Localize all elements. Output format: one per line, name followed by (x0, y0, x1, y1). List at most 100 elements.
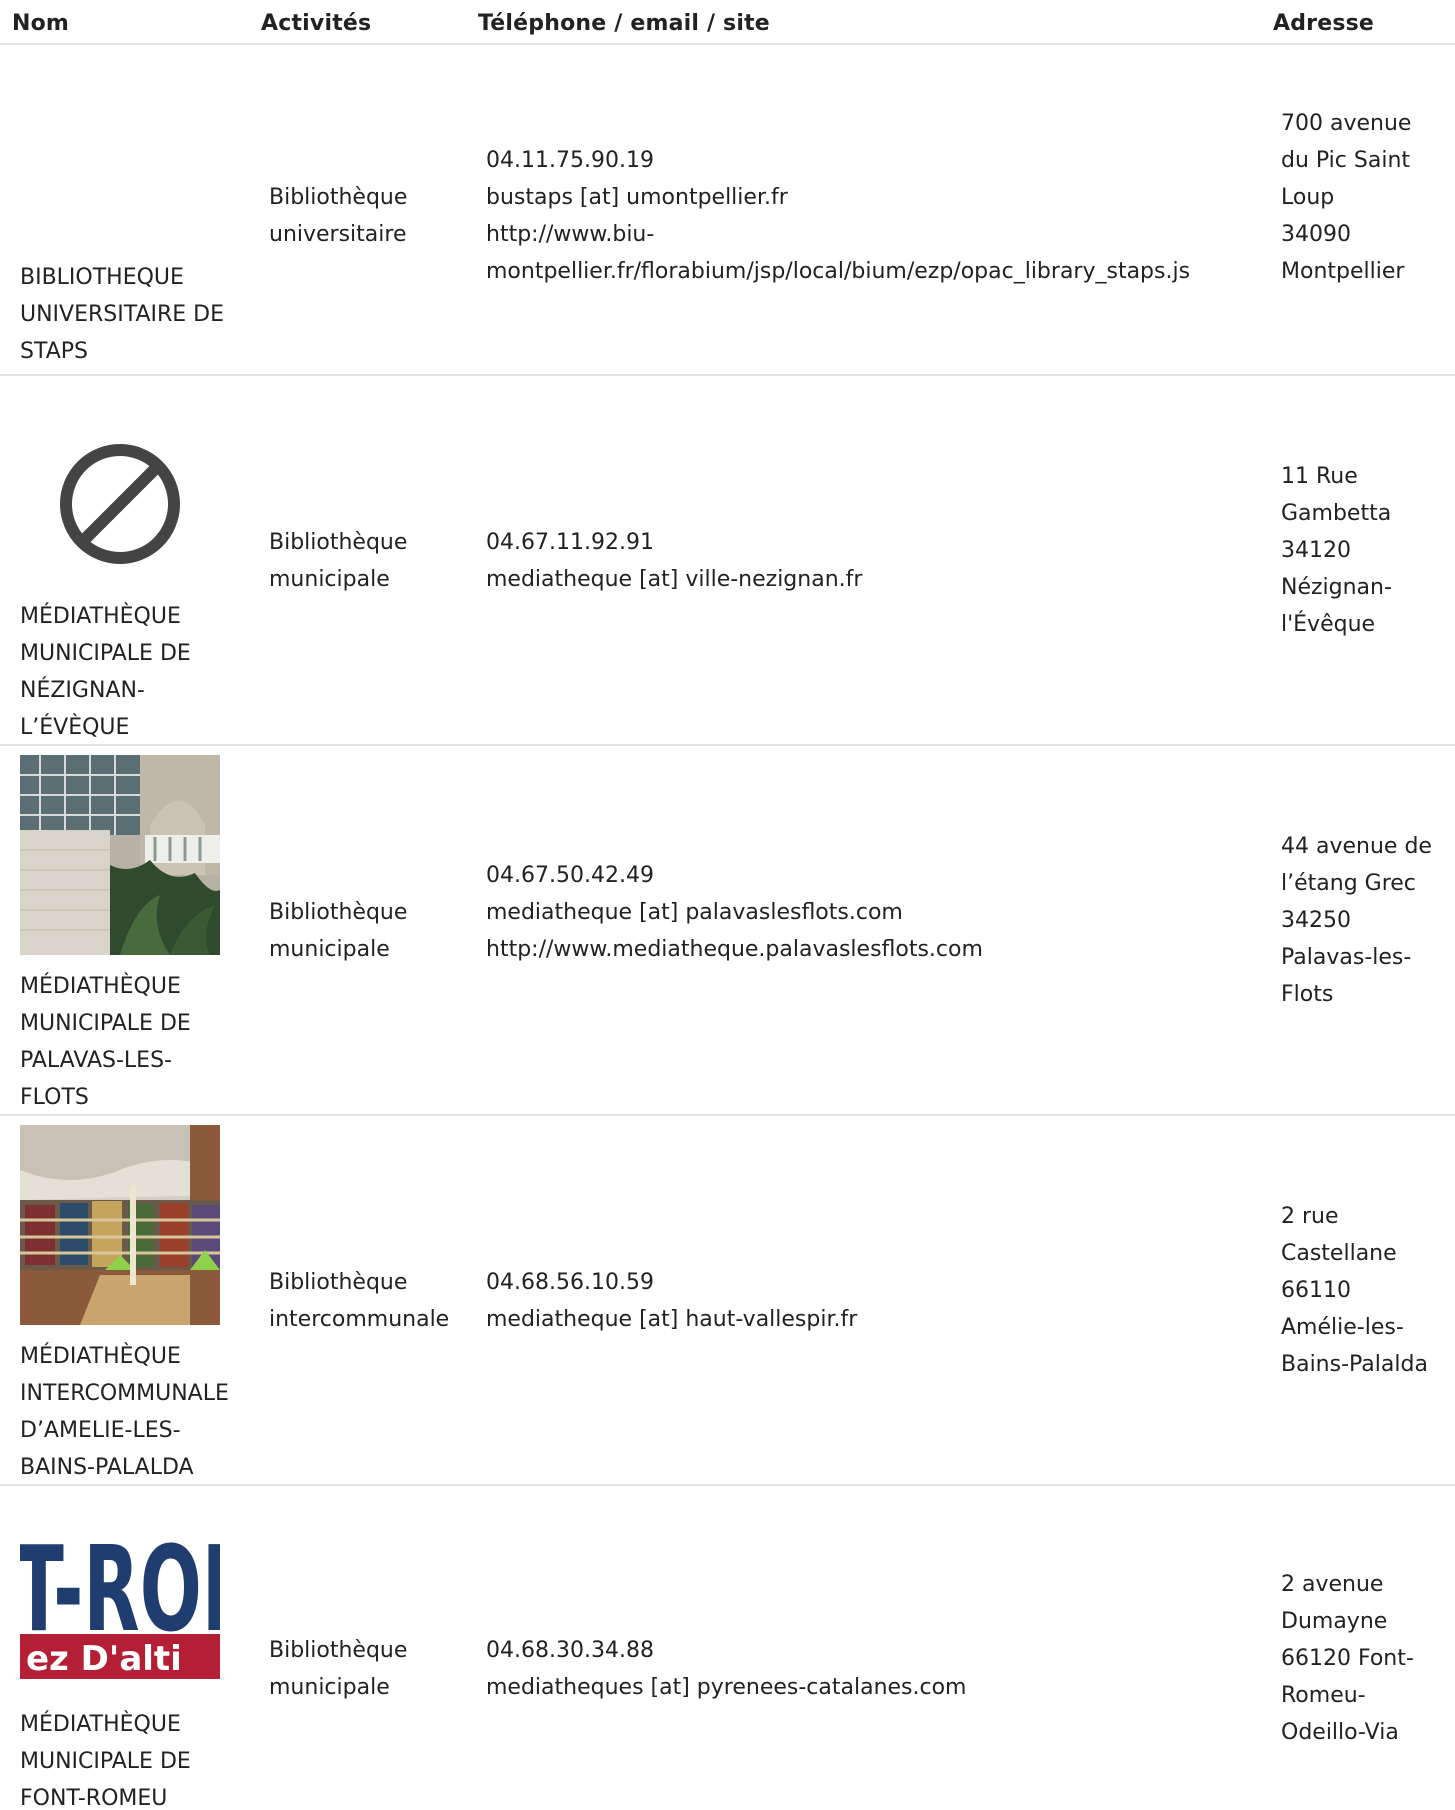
building-photo[interactable] (20, 755, 220, 955)
name-line[interactable]: STAPS (20, 333, 250, 370)
contact-cell: 04.68.56.10.59 mediatheque [at] haut-val… (486, 1264, 1286, 1338)
activity-line: Bibliothèque (269, 1270, 408, 1295)
address-line: 34250 (1281, 908, 1351, 933)
address-cell: 11 Rue Gambetta 34120 Nézignan- l'Évêque (1281, 458, 1453, 643)
library-name[interactable]: MÉDIATHÈQUE MUNICIPALE DE FONT-ROMEU (20, 1706, 250, 1810)
contact-cell: 04.11.75.90.19 bustaps [at] umontpellier… (486, 142, 1286, 290)
activity-line: Bibliothèque (269, 185, 408, 210)
table-row: BIBLIOTHEQUE UNIVERSITAIRE DE STAPS Bibl… (0, 45, 1455, 376)
address-cell: 44 avenue de l’étang Grec 34250 Palavas-… (1281, 828, 1453, 1013)
email-text: mediatheque [at] ville-nezignan.fr (486, 567, 863, 592)
name-line[interactable]: BAINS-PALALDA (20, 1449, 250, 1486)
activity-cell: Bibliothèque municipale (269, 894, 484, 968)
address-cell: 2 avenue Dumayne 66120 Font- Romeu- Odei… (1281, 1566, 1453, 1751)
library-name[interactable]: BIBLIOTHEQUE UNIVERSITAIRE DE STAPS (20, 259, 250, 370)
table-row: MÉDIATHÈQUE MUNICIPALE DE PALAVAS-LES- F… (0, 746, 1455, 1116)
name-line[interactable]: MÉDIATHÈQUE (20, 598, 250, 635)
address-line: Castellane (1281, 1241, 1397, 1266)
name-line[interactable]: MÉDIATHÈQUE (20, 968, 250, 1005)
name-line[interactable]: NÉZIGNAN- (20, 672, 250, 709)
address-line: 2 rue (1281, 1204, 1339, 1229)
activity-line: Bibliothèque (269, 530, 408, 555)
libraries-table: Nom Activités Téléphone / email / site A… (0, 0, 1455, 1810)
activity-cell: Bibliothèque municipale (269, 1632, 484, 1706)
activity-line: municipale (269, 567, 390, 592)
table-header: Nom Activités Téléphone / email / site A… (0, 0, 1455, 45)
address-line: l’étang Grec (1281, 871, 1416, 896)
address-line: Bains-Palalda (1281, 1352, 1428, 1377)
website-link[interactable]: http://www.biu- (486, 216, 1286, 253)
phone-text: 04.68.56.10.59 (486, 1270, 654, 1295)
library-name[interactable]: MÉDIATHÈQUE MUNICIPALE DE PALAVAS-LES- F… (20, 968, 250, 1116)
table-row: T-ROI ez D'alti MÉDIATHÈQUE MUNICIPALE D… (0, 1486, 1455, 1810)
address-line: Romeu- (1281, 1683, 1366, 1708)
header-contact[interactable]: Téléphone / email / site (478, 11, 770, 36)
address-line: 2 avenue (1281, 1572, 1384, 1597)
address-line: 34090 (1281, 222, 1351, 247)
name-line[interactable]: MÉDIATHÈQUE (20, 1706, 250, 1743)
activity-line: municipale (269, 937, 390, 962)
address-line: Amélie-les- (1281, 1315, 1404, 1340)
phone-text: 04.67.50.42.49 (486, 863, 654, 888)
activity-cell: Bibliothèque intercommunale (269, 1264, 484, 1338)
name-line[interactable]: UNIVERSITAIRE DE (20, 296, 250, 333)
address-line: Odeillo-Via (1281, 1720, 1399, 1745)
address-line: du Pic Saint (1281, 148, 1411, 173)
name-line[interactable]: BIBLIOTHEQUE (20, 259, 250, 296)
name-line[interactable]: D’AMELIE-LES- (20, 1412, 250, 1449)
email-text: mediatheque [at] haut-vallespir.fr (486, 1307, 858, 1332)
address-line: Dumayne (1281, 1609, 1388, 1634)
activity-line: municipale (269, 1675, 390, 1700)
header-nom[interactable]: Nom (12, 11, 69, 36)
address-cell: 2 rue Castellane 66110 Amélie-les- Bains… (1281, 1198, 1453, 1383)
activity-line: intercommunale (269, 1307, 450, 1332)
name-line[interactable]: L’ÉVÈQUE (20, 709, 250, 746)
website-link[interactable]: montpellier.fr/florabium/jsp/local/bium/… (486, 253, 1286, 290)
library-interior-photo[interactable] (20, 1125, 220, 1325)
name-line[interactable]: MÉDIATHÈQUE (20, 1338, 250, 1375)
address-line: Gambetta (1281, 501, 1392, 526)
address-line: 11 Rue (1281, 464, 1358, 489)
activity-cell: Bibliothèque municipale (269, 524, 484, 598)
address-line: Montpellier (1281, 259, 1405, 284)
address-line: 44 avenue de (1281, 834, 1432, 859)
address-line: Loup (1281, 185, 1335, 210)
address-line: Flots (1281, 982, 1334, 1007)
email-text: bustaps [at] umontpellier.fr (486, 185, 788, 210)
logo-text-bottom: ez D'alti (26, 1639, 182, 1679)
name-line[interactable]: PALAVAS-LES- (20, 1042, 250, 1079)
header-adresse[interactable]: Adresse (1273, 11, 1374, 36)
address-line: 700 avenue (1281, 111, 1412, 136)
contact-cell: 04.67.11.92.91 mediatheque [at] ville-ne… (486, 524, 1286, 598)
activity-line: Bibliothèque (269, 900, 408, 925)
activity-line: universitaire (269, 222, 407, 247)
library-name[interactable]: MÉDIATHÈQUE MUNICIPALE DE NÉZIGNAN- L’ÉV… (20, 598, 250, 746)
name-line[interactable]: MUNICIPALE DE (20, 1743, 250, 1780)
address-line: 34120 (1281, 538, 1351, 563)
table-row: MÉDIATHÈQUE MUNICIPALE DE NÉZIGNAN- L’ÉV… (0, 376, 1455, 746)
address-cell: 700 avenue du Pic Saint Loup 34090 Montp… (1281, 105, 1453, 290)
activity-cell: Bibliothèque universitaire (269, 179, 484, 253)
address-line: Palavas-les- (1281, 945, 1412, 970)
email-text: mediatheques [at] pyrenees-catalanes.com (486, 1675, 967, 1700)
phone-text: 04.68.30.34.88 (486, 1638, 654, 1663)
table-row: MÉDIATHÈQUE INTERCOMMUNALE D’AMELIE-LES-… (0, 1116, 1455, 1486)
activity-line: Bibliothèque (269, 1638, 408, 1663)
email-text: mediatheque [at] palavaslesflots.com (486, 900, 903, 925)
address-line: 66110 (1281, 1278, 1351, 1303)
website-link[interactable]: http://www.mediatheque.palavaslesflots.c… (486, 931, 1286, 968)
library-name[interactable]: MÉDIATHÈQUE INTERCOMMUNALE D’AMELIE-LES-… (20, 1338, 250, 1486)
font-romeu-logo[interactable]: T-ROI ez D'alti (20, 1512, 220, 1695)
contact-cell: 04.68.30.34.88 mediatheques [at] pyrenee… (486, 1632, 1286, 1706)
name-line[interactable]: INTERCOMMUNALE (20, 1375, 250, 1412)
no-image-icon[interactable] (20, 396, 220, 596)
name-line[interactable]: MUNICIPALE DE (20, 1005, 250, 1042)
address-line: Nézignan- (1281, 575, 1392, 600)
contact-cell: 04.67.50.42.49 mediatheque [at] palavasl… (486, 857, 1286, 968)
phone-text: 04.11.75.90.19 (486, 148, 654, 173)
header-activites[interactable]: Activités (261, 11, 371, 36)
name-line[interactable]: MUNICIPALE DE (20, 635, 250, 672)
address-line: 66120 Font- (1281, 1646, 1414, 1671)
name-line[interactable]: FLOTS (20, 1079, 250, 1116)
name-line[interactable]: FONT-ROMEU (20, 1780, 250, 1810)
